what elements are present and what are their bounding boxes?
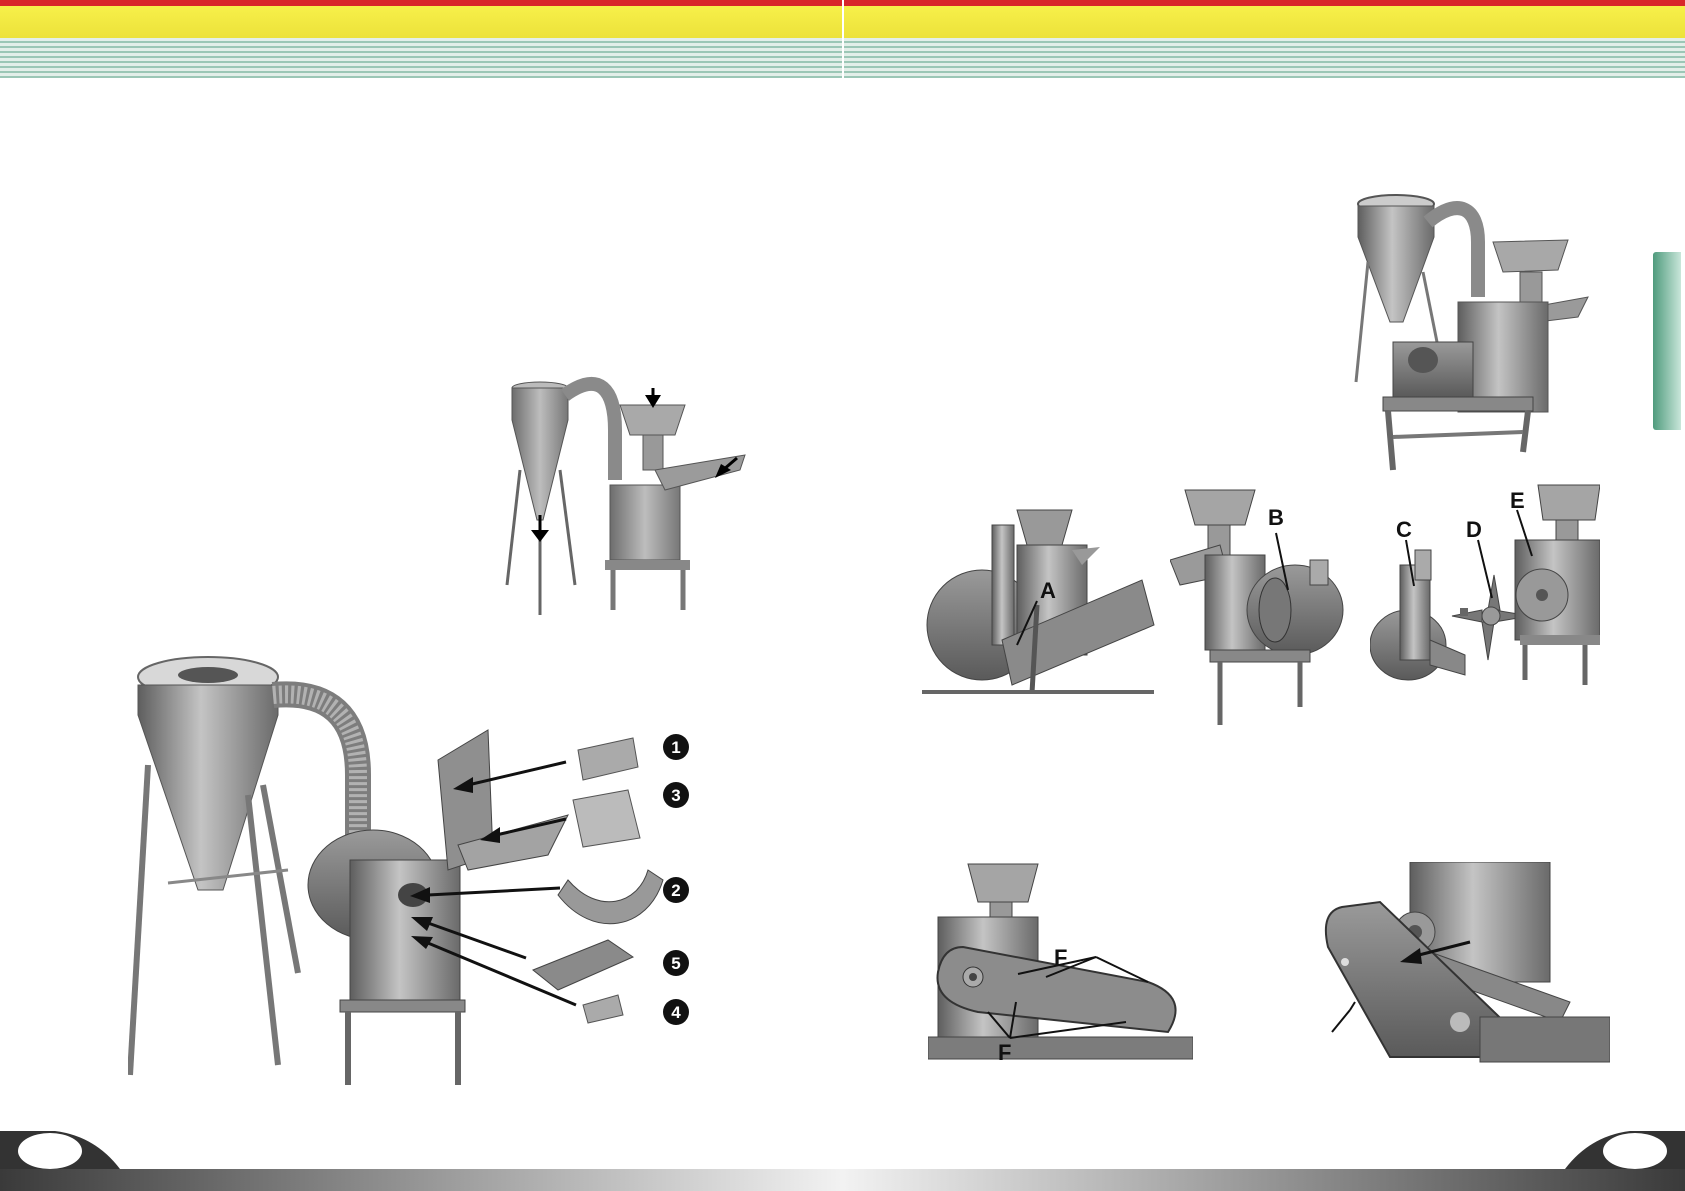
part-badge-4: 4 [663, 999, 689, 1025]
svg-text:1: 1 [671, 738, 680, 757]
callout-d: D [1466, 517, 1482, 542]
svg-text:4: 4 [671, 1003, 681, 1022]
callout-c: C [1396, 517, 1412, 542]
svg-text:3: 3 [671, 786, 680, 805]
detail-a-diagram: A [922, 509, 1155, 694]
mill-feed-diagram [505, 377, 746, 615]
page-header-band [0, 0, 1685, 78]
page-footer-band [0, 1131, 1685, 1191]
callout-a: A [1040, 578, 1056, 603]
mill-exploded-parts-diagram: 1 3 2 5 4 [128, 656, 689, 1085]
callout-e: E [1510, 488, 1525, 513]
callout-b: B [1268, 505, 1284, 530]
page-spread-divider [842, 0, 844, 78]
side-thumb-tab [1653, 252, 1681, 430]
svg-text:5: 5 [671, 954, 680, 973]
part-badge-2: 2 [663, 877, 689, 903]
part-badge-5: 5 [663, 950, 689, 976]
part-badge-1: 1 [663, 734, 689, 760]
svg-text:2: 2 [671, 881, 680, 900]
mill-assembled-diagram [1354, 194, 1589, 471]
belt-guard-removal-diagram [1324, 862, 1610, 1063]
part-badge-3: 3 [663, 782, 689, 808]
detail-f-belt-guard-diagram: F F [928, 863, 1193, 1062]
callout-f-bottom: F [998, 1040, 1011, 1062]
detail-cde-diagram: C D E [1370, 484, 1600, 685]
callout-f-top: F [1054, 945, 1067, 970]
detail-b-diagram: B [1170, 489, 1344, 725]
